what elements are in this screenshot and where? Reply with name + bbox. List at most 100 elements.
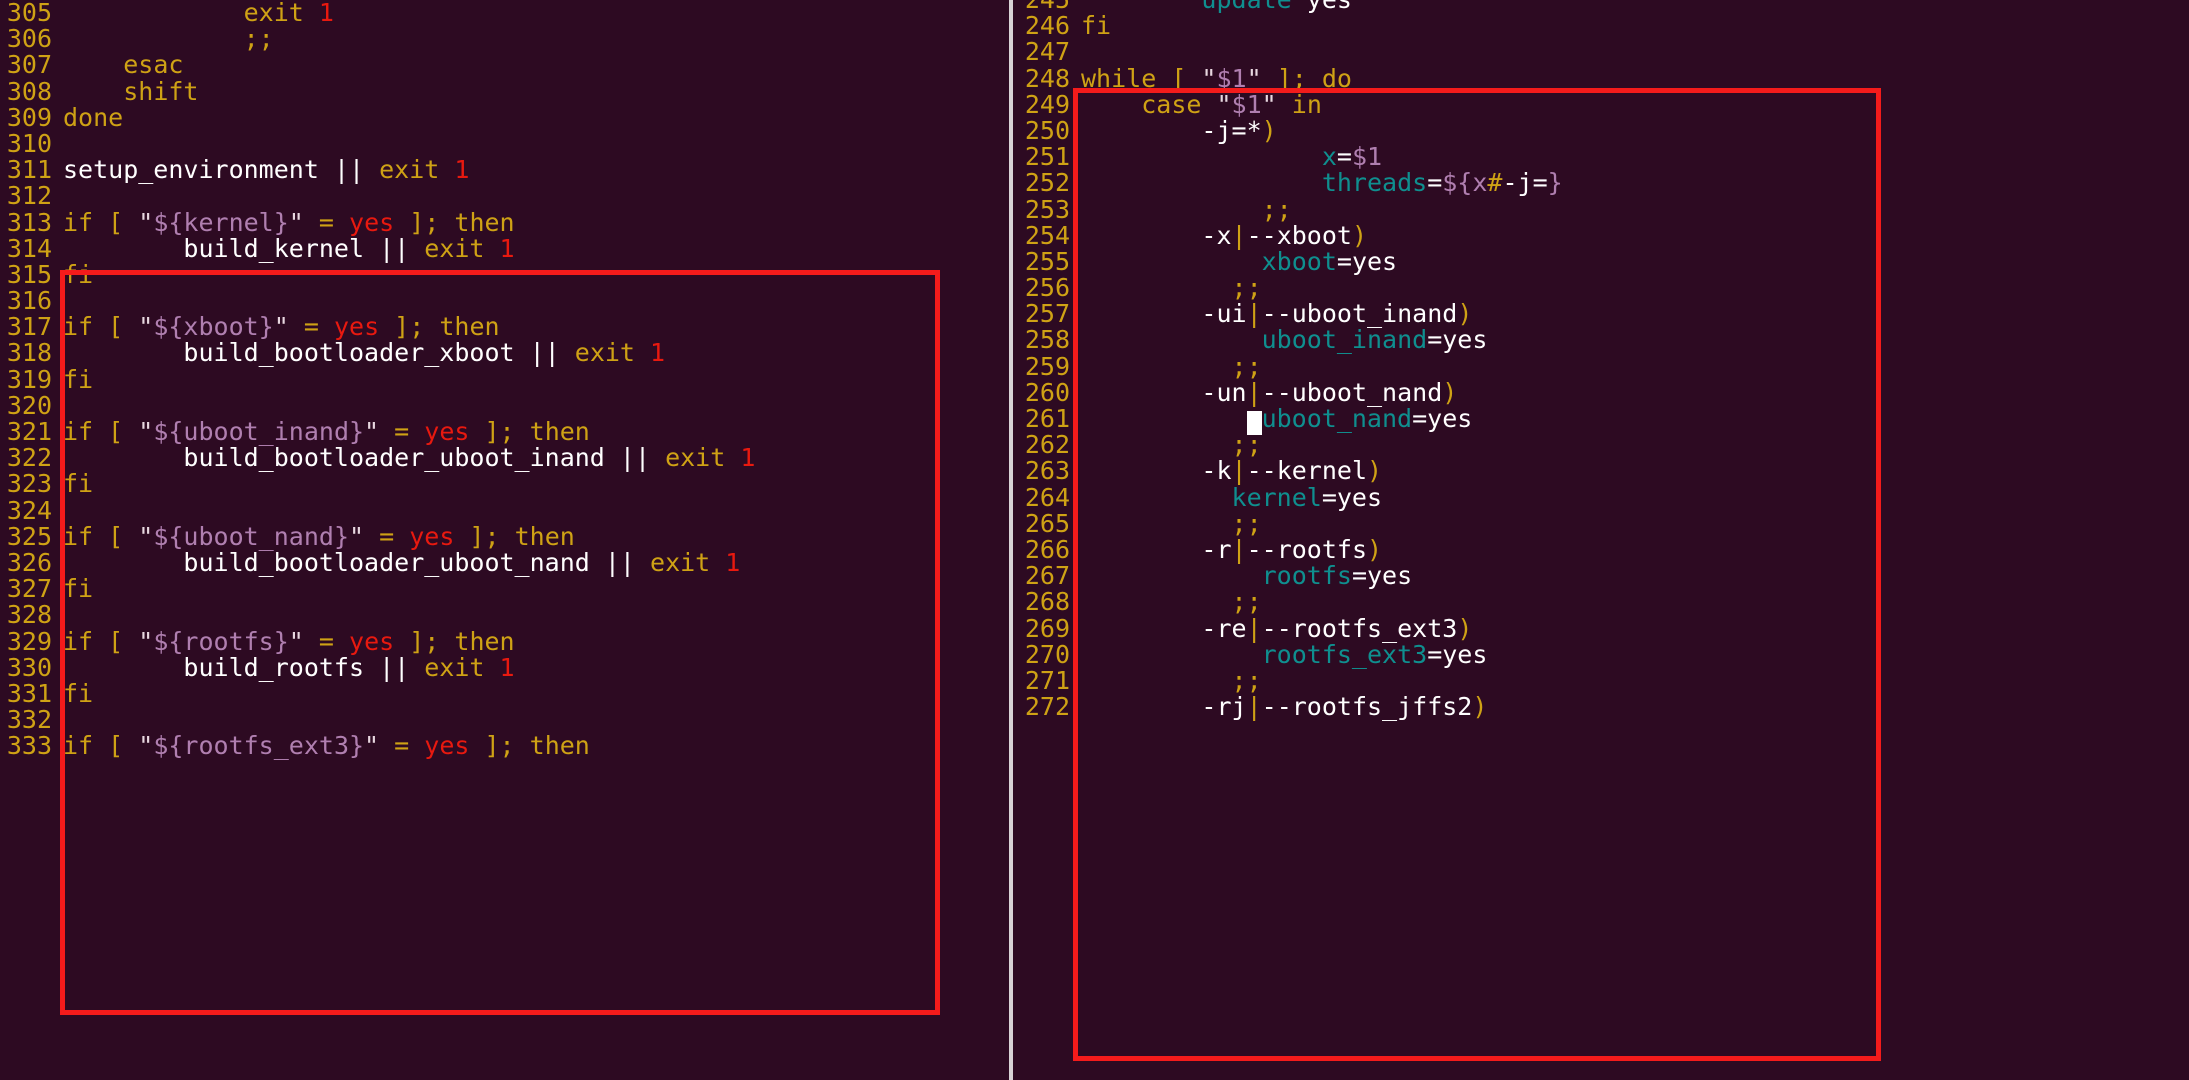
line-content[interactable]: setup_environment || exit 1	[63, 157, 1009, 183]
code-line[interactable]: 248 while [ "$1" ]; do	[1013, 65, 2189, 92]
line-content[interactable]: case "$1" in	[1081, 91, 2189, 118]
code-line[interactable]: 326 build_bootloader_uboot_nand || exit …	[0, 549, 1009, 576]
line-content[interactable]: -re|--rootfs_ext3)	[1081, 615, 2189, 642]
code-line[interactable]: 251 x=$1	[1013, 143, 2189, 170]
line-content[interactable]: ;;	[1081, 196, 2189, 223]
line-content[interactable]: -rj|--rootfs_jffs2)	[1081, 693, 2189, 720]
code-line[interactable]: 314 build_kernel || exit 1	[0, 235, 1009, 262]
code-line[interactable]: 271 ;;	[1013, 667, 2189, 694]
code-line[interactable]: 264 kernel=yes	[1013, 484, 2189, 511]
line-content[interactable]: uboot_inand=yes	[1081, 327, 2189, 353]
code-line[interactable]: 307 esac	[0, 52, 1009, 78]
code-line[interactable]: 327 fi	[0, 575, 1009, 602]
line-content[interactable]: ;;	[1081, 510, 2189, 537]
line-content[interactable]: build_rootfs || exit 1	[63, 654, 1009, 681]
code-line[interactable]: 252 threads=${x#-j=}	[1013, 170, 2189, 196]
code-line[interactable]: 261 uboot_nand=yes	[1013, 405, 2189, 435]
code-line[interactable]: 313 if [ "${kernel}" = yes ]; then	[0, 209, 1009, 236]
right-code-area[interactable]: 245 update yes246fi247248while [ "$1" ];…	[1013, 0, 2189, 720]
line-content[interactable]: fi	[63, 576, 1009, 602]
line-content[interactable]: fi	[63, 471, 1009, 497]
line-content[interactable]: threads=${x#-j=}	[1081, 170, 2189, 196]
line-content[interactable]: kernel=yes	[1081, 484, 2189, 511]
left-code-area[interactable]: 305 exit 1 306 ;; 307 esac 308 shift 309 done…	[0, 0, 1009, 759]
line-content[interactable]: exit 1	[63, 0, 1009, 26]
code-line[interactable]: 258 uboot_inand=yes	[1013, 327, 2189, 353]
line-content[interactable]: ;;	[1081, 274, 2189, 301]
code-line[interactable]: 260 -un|--uboot_nand)	[1013, 379, 2189, 406]
code-line[interactable]: 319 fi	[0, 366, 1009, 393]
code-line[interactable]: 312	[0, 183, 1009, 209]
code-line[interactable]: 306 ;;	[0, 25, 1009, 52]
line-content[interactable]: -x|--xboot)	[1081, 222, 2189, 249]
line-content[interactable]: if [ "${uboot_nand}" = yes ]; then	[63, 523, 1009, 550]
line-content[interactable]: build_bootloader_uboot_inand || exit 1	[63, 445, 1009, 471]
line-content[interactable]: fi	[63, 680, 1009, 707]
line-content[interactable]: -ui|--uboot_inand)	[1081, 301, 2189, 327]
code-line[interactable]: 308 shift	[0, 78, 1009, 105]
code-line[interactable]: 324	[0, 497, 1009, 524]
line-content[interactable]: done	[63, 104, 1009, 131]
code-line[interactable]: 270 rootfs_ext3=yes	[1013, 641, 2189, 668]
code-line[interactable]: 254 -x|--xboot)	[1013, 222, 2189, 249]
line-content[interactable]: build_bootloader_uboot_nand || exit 1	[63, 549, 1009, 576]
line-content[interactable]: -j=*)	[1081, 117, 2189, 144]
code-line[interactable]: 328	[0, 602, 1009, 628]
code-line[interactable]: 259 ;;	[1013, 353, 2189, 380]
code-line[interactable]: 245 update yes	[1013, 0, 2189, 13]
code-line[interactable]: 266 -r|--rootfs)	[1013, 536, 2189, 563]
line-content[interactable]: fi	[63, 261, 1009, 288]
code-line[interactable]: 317 if [ "${xboot}" = yes ]; then	[0, 314, 1009, 340]
code-line[interactable]: 330 build_rootfs || exit 1	[0, 654, 1009, 681]
line-content[interactable]: -k|--kernel)	[1081, 458, 2189, 484]
code-line[interactable]: 332	[0, 706, 1009, 733]
line-content[interactable]: rootfs=yes	[1081, 563, 2189, 589]
right-editor-pane[interactable]: 245 update yes246fi247248while [ "$1" ];…	[1013, 0, 2189, 1080]
code-line[interactable]: 309 done	[0, 104, 1009, 131]
code-line[interactable]: 262 ;;	[1013, 431, 2189, 458]
line-content[interactable]: if [ "${rootfs_ext3}" = yes ]; then	[63, 733, 1009, 759]
line-content[interactable]: build_kernel || exit 1	[63, 235, 1009, 262]
code-line[interactable]: 263 -k|--kernel)	[1013, 458, 2189, 484]
line-content[interactable]: shift	[63, 78, 1009, 105]
code-line[interactable]: 325 if [ "${uboot_nand}" = yes ]; then	[0, 523, 1009, 550]
line-content[interactable]: -un|--uboot_nand)	[1081, 379, 2189, 406]
code-line[interactable]: 320	[0, 392, 1009, 419]
code-line[interactable]: 256 ;;	[1013, 274, 2189, 301]
line-content[interactable]: fi	[1081, 13, 2189, 39]
line-content[interactable]: ;;	[1081, 589, 2189, 615]
line-content[interactable]: build_bootloader_xboot || exit 1	[63, 340, 1009, 366]
line-content[interactable]: ;;	[1081, 667, 2189, 694]
code-line[interactable]: 310	[0, 130, 1009, 157]
code-line[interactable]: 257 -ui|--uboot_inand)	[1013, 301, 2189, 327]
line-content[interactable]: ;;	[1081, 353, 2189, 380]
code-line[interactable]: 247	[1013, 39, 2189, 65]
code-line[interactable]: 250 -j=*)	[1013, 117, 2189, 144]
code-line[interactable]: 331 fi	[0, 680, 1009, 707]
code-line[interactable]: 249 case "$1" in	[1013, 91, 2189, 118]
line-content[interactable]: rootfs_ext3=yes	[1081, 641, 2189, 668]
code-line[interactable]: 333 if [ "${rootfs_ext3}" = yes ]; then	[0, 733, 1009, 759]
code-line[interactable]: 316	[0, 287, 1009, 314]
line-content[interactable]: ;;	[63, 26, 1009, 52]
code-line[interactable]: 311 setup_environment || exit 1	[0, 156, 1009, 183]
code-line[interactable]: 269 -re|--rootfs_ext3)	[1013, 615, 2189, 642]
code-line[interactable]: 265 ;;	[1013, 510, 2189, 537]
line-content[interactable]: fi	[63, 366, 1009, 393]
code-line[interactable]: 318 build_bootloader_xboot || exit 1	[0, 340, 1009, 366]
code-line[interactable]: 305 exit 1	[0, 0, 1009, 26]
code-line[interactable]: 246 fi	[1013, 12, 2189, 39]
code-line[interactable]: 253 ;;	[1013, 196, 2189, 223]
line-content[interactable]: x=$1	[1081, 144, 2189, 170]
line-content[interactable]: esac	[63, 52, 1009, 78]
left-editor-pane[interactable]: 305 exit 1 306 ;; 307 esac 308 shift 309 done…	[0, 0, 1009, 1080]
line-content[interactable]: if [ "${kernel}" = yes ]; then	[63, 209, 1009, 236]
line-content[interactable]: if [ "${uboot_inand}" = yes ]; then	[63, 418, 1009, 445]
code-line[interactable]: 322 build_bootloader_uboot_inand || exit…	[0, 444, 1009, 471]
code-line[interactable]: 272 -rj|--rootfs_jffs2)	[1013, 693, 2189, 720]
line-content[interactable]: -r|--rootfs)	[1081, 536, 2189, 563]
line-content[interactable]: update yes	[1081, 0, 2189, 13]
code-line[interactable]: 315 fi	[0, 261, 1009, 288]
code-line[interactable]: 268 ;;	[1013, 589, 2189, 615]
line-content[interactable]: xboot=yes	[1081, 248, 2189, 275]
